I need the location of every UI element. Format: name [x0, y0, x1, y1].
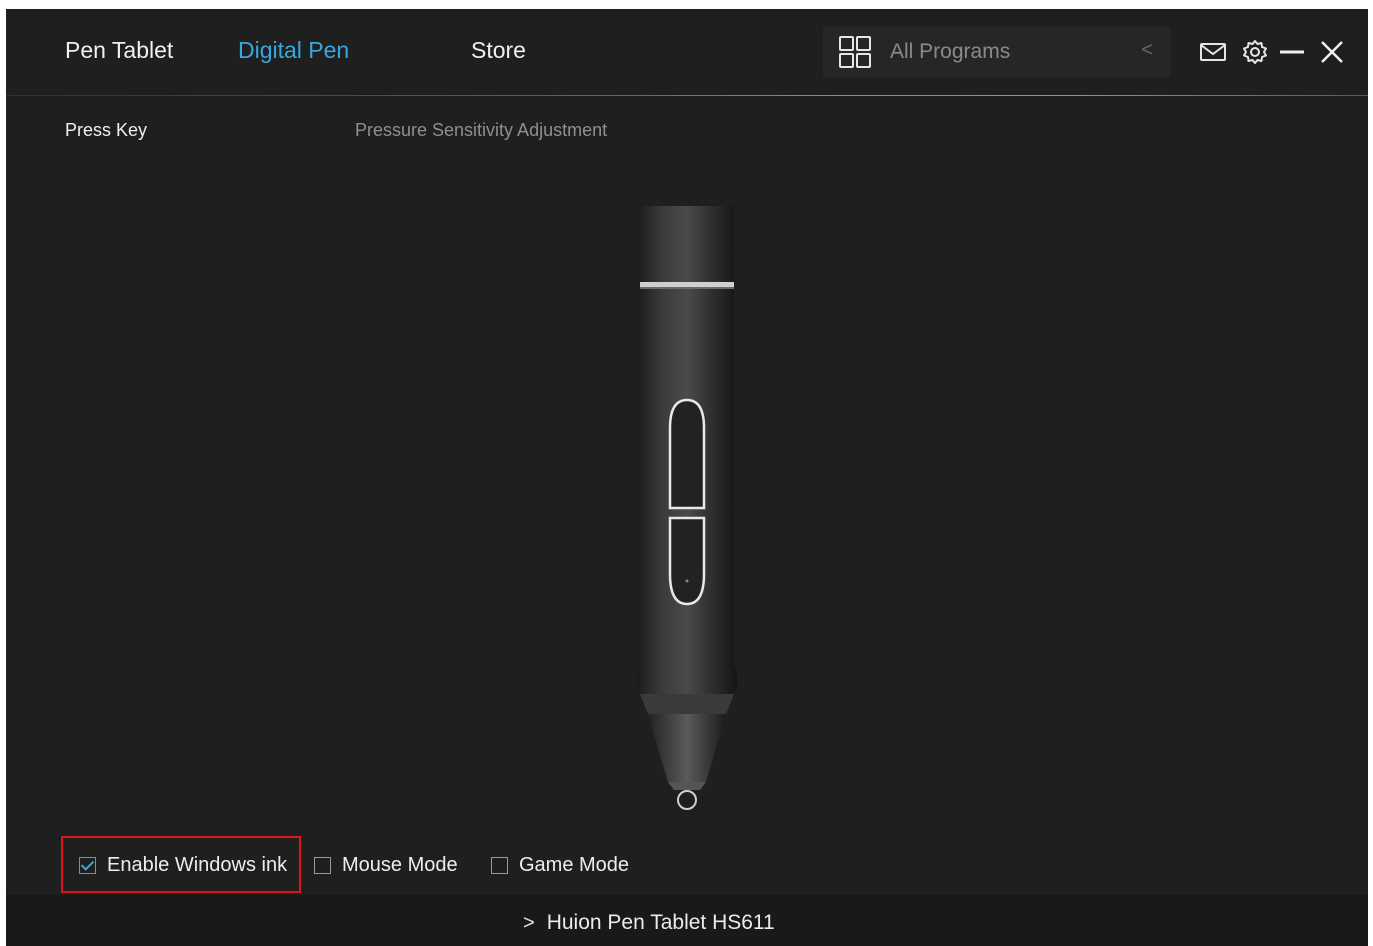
- app-window: Pen Tablet Digital Pen Store All Program…: [6, 9, 1368, 946]
- enable-windows-ink-checkbox[interactable]: Enable Windows ink: [79, 851, 287, 879]
- tab-pen-tablet[interactable]: Pen Tablet: [65, 37, 173, 64]
- game-mode-label: Game Mode: [519, 853, 630, 876]
- grid-icon: [839, 36, 871, 68]
- subtab-pressure-sensitivity[interactable]: Pressure Sensitivity Adjustment: [355, 120, 607, 141]
- tab-store[interactable]: Store: [471, 37, 526, 64]
- program-selector-value: All Programs: [890, 40, 1011, 63]
- checkbox-icon: [491, 856, 508, 874]
- checkbox-checked-icon: [79, 856, 96, 874]
- tab-digital-pen[interactable]: Digital Pen: [238, 37, 349, 64]
- game-mode-checkbox[interactable]: Game Mode: [491, 851, 629, 879]
- minimize-icon[interactable]: [1277, 37, 1307, 67]
- device-footer: > Huion Pen Tablet HS611: [6, 895, 1368, 946]
- mouse-mode-label: Mouse Mode: [342, 853, 458, 876]
- digital-pen-image: [636, 206, 738, 810]
- close-icon[interactable]: [1317, 37, 1347, 67]
- chevron-left-icon[interactable]: <: [1141, 39, 1153, 62]
- header-bar: Pen Tablet Digital Pen Store All Program…: [6, 9, 1368, 95]
- subtab-press-key[interactable]: Press Key: [65, 120, 147, 141]
- pen-side-button-lower[interactable]: [668, 516, 706, 606]
- checkbox-icon: [314, 856, 331, 874]
- gear-icon[interactable]: [1240, 37, 1270, 67]
- header-divider: [6, 95, 1368, 96]
- enable-windows-ink-label: Enable Windows ink: [107, 853, 288, 876]
- chevron-right-icon: >: [523, 911, 535, 934]
- mouse-mode-checkbox[interactable]: Mouse Mode: [314, 851, 458, 879]
- mail-icon[interactable]: [1198, 37, 1228, 67]
- device-name: Huion Pen Tablet HS611: [546, 911, 775, 934]
- pen-side-button-upper[interactable]: [668, 398, 706, 510]
- device-selector[interactable]: > Huion Pen Tablet HS611: [523, 911, 775, 935]
- program-selector[interactable]: All Programs <: [823, 26, 1171, 78]
